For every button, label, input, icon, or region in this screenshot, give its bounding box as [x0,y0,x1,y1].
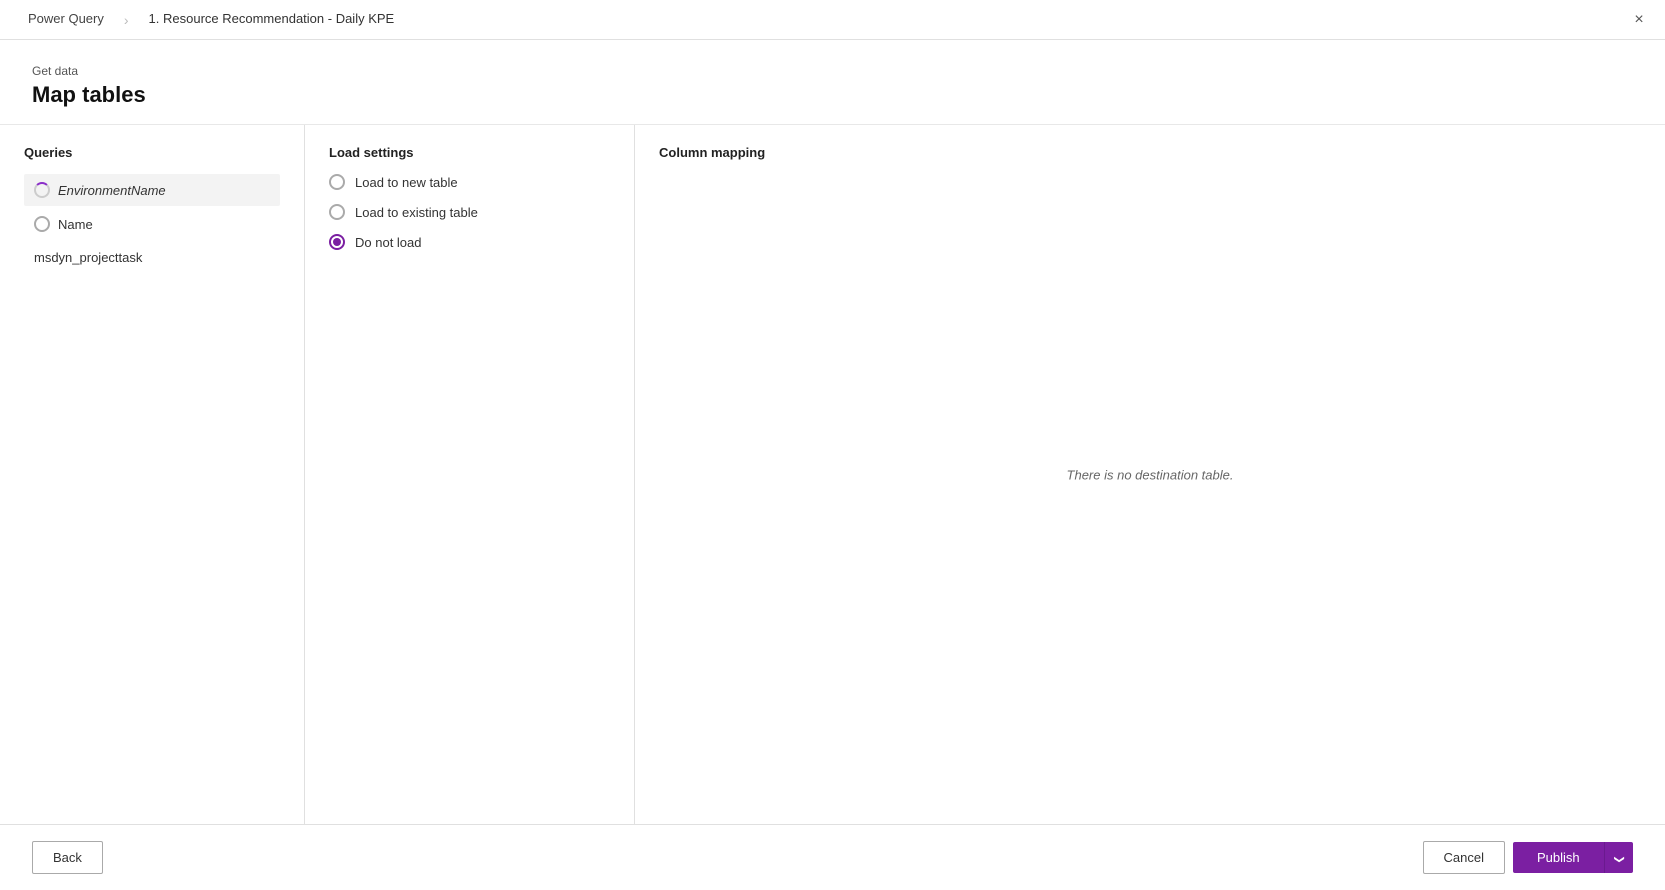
title-bar: Power Query › 1. Resource Recommendation… [0,0,1665,40]
queries-panel: Queries EnvironmentName Name msdyn_proje… [0,125,305,824]
footer-right: Cancel Publish ❯ [1423,841,1634,874]
query-item-environmentname[interactable]: EnvironmentName [24,174,280,206]
query-item-label: EnvironmentName [58,183,166,198]
query-item-label: msdyn_projecttask [34,250,142,265]
radio-label-donotload: Do not load [355,235,422,250]
radio-empty-icon [34,216,50,232]
radio-circle-donotload [329,234,345,250]
load-settings-label: Load settings [329,145,610,160]
query-item-label: Name [58,217,93,232]
load-settings-panel: Load settings Load to new table Load to … [305,125,635,824]
column-mapping-label: Column mapping [659,145,1641,160]
queries-label: Queries [24,145,280,160]
tab-resource-recommendation[interactable]: 1. Resource Recommendation - Daily KPE [133,0,411,40]
publish-button[interactable]: Publish [1513,842,1605,873]
radio-circle-existing [329,204,345,220]
chevron-down-icon: ❯ [1613,855,1624,863]
radio-option-new-table[interactable]: Load to new table [329,174,610,190]
dialog: Get data Map tables Queries EnvironmentN… [0,40,1665,890]
cancel-button[interactable]: Cancel [1423,841,1505,874]
radio-group: Load to new table Load to existing table… [329,174,610,250]
query-item-name[interactable]: Name [24,208,280,240]
no-destination-message: There is no destination table. [1067,467,1234,482]
dialog-body: Queries EnvironmentName Name msdyn_proje… [0,124,1665,824]
spinner-icon [34,182,50,198]
dialog-header: Get data Map tables [0,40,1665,124]
radio-option-do-not-load[interactable]: Do not load [329,234,610,250]
publish-group: Publish ❯ [1513,842,1633,873]
radio-label-new: Load to new table [355,175,458,190]
dialog-footer: Back Cancel Publish ❯ [0,824,1665,890]
radio-label-existing: Load to existing table [355,205,478,220]
dialog-title: Map tables [32,82,1633,108]
radio-circle-new [329,174,345,190]
query-item-projecttask[interactable]: msdyn_projecttask [24,242,280,273]
radio-option-existing-table[interactable]: Load to existing table [329,204,610,220]
dialog-subtitle: Get data [32,64,1633,78]
tab-separator: › [124,12,129,28]
close-button[interactable]: × [1625,6,1653,34]
tab-power-query[interactable]: Power Query [12,0,120,40]
publish-dropdown-button[interactable]: ❯ [1605,842,1633,873]
title-tabs: Power Query › 1. Resource Recommendation… [12,0,1625,40]
back-button[interactable]: Back [32,841,103,874]
column-mapping-panel: Column mapping There is no destination t… [635,125,1665,824]
